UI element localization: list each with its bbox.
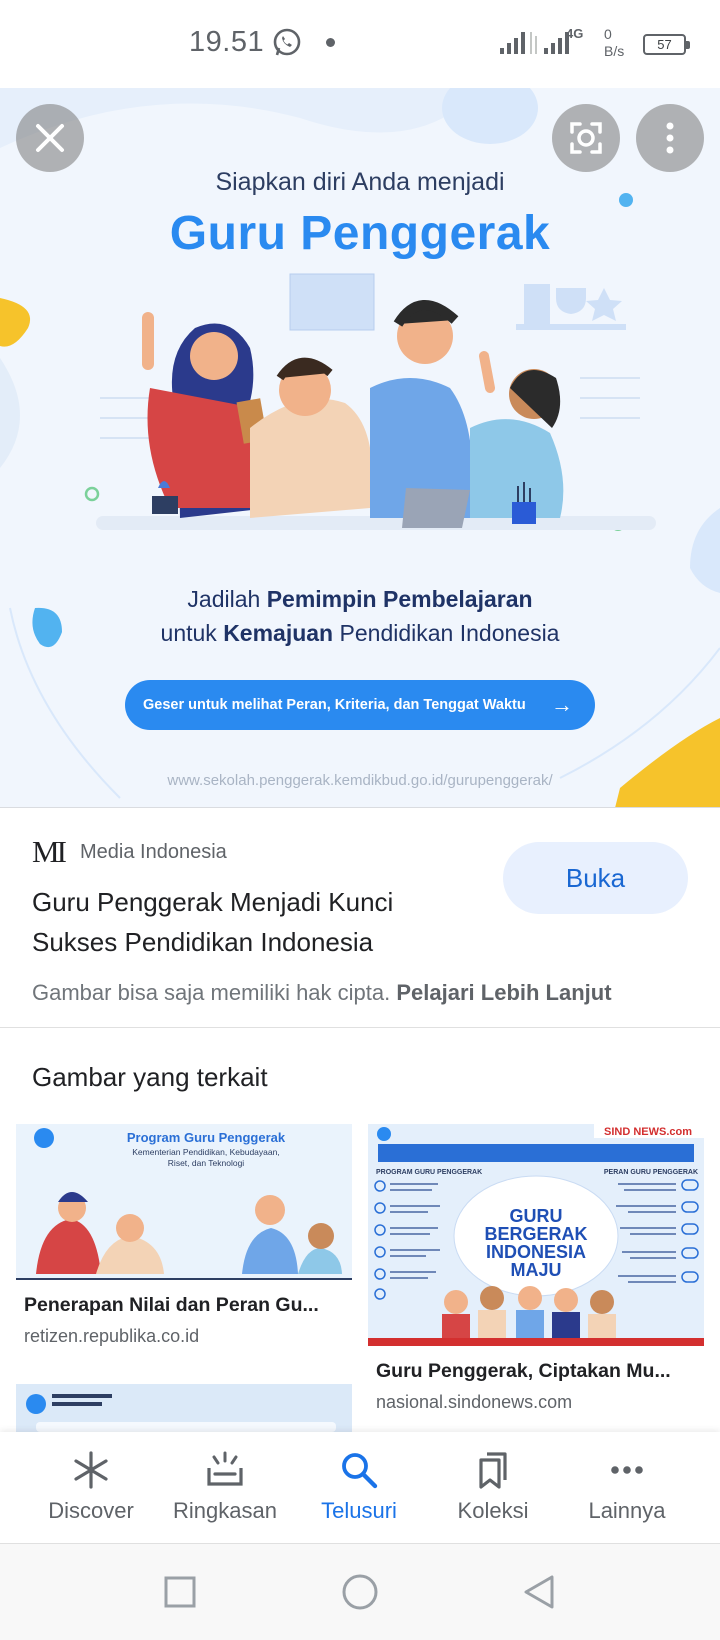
related-image-card[interactable]: Program Guru Penggerak Kementerian Pendi… xyxy=(16,1124,352,1354)
back-button[interactable] xyxy=(520,1572,560,1612)
hero-tagline-1: Jadilah Pemimpin Pembelajaran xyxy=(0,586,720,613)
thumb-line-3: INDONESIA xyxy=(486,1242,586,1262)
related-image-domain: nasional.sindonews.com xyxy=(376,1392,573,1412)
home-button[interactable] xyxy=(338,1570,382,1614)
system-navigation-bar xyxy=(0,1544,720,1640)
related-image-thumbnail: SIND NEWS.com PROGRAM GURU PENGGERAK PER… xyxy=(368,1124,704,1346)
thumbnail-illustration xyxy=(16,1384,352,1432)
open-button[interactable]: Buka xyxy=(503,842,688,914)
speed-value: 0 xyxy=(604,26,612,42)
hero-title: Guru Penggerak xyxy=(169,207,551,260)
thumb-line-1: GURU xyxy=(510,1206,563,1226)
tagline-text: Jadilah xyxy=(187,586,267,612)
nav-lainnya[interactable]: Lainnya xyxy=(560,1432,694,1544)
copyright-text: Gambar bisa saja memiliki hak cipta. xyxy=(32,980,391,1005)
more-vertical-icon xyxy=(666,122,674,154)
nav-label: Koleksi xyxy=(457,1498,529,1523)
hero-url: www.sekolah.penggerak.kemdikbud.go.id/gu… xyxy=(167,772,553,789)
lens-button[interactable] xyxy=(552,104,620,172)
related-image-card[interactable] xyxy=(16,1384,352,1432)
copyright-notice: Gambar bisa saja memiliki hak cipta. Pel… xyxy=(32,980,612,1006)
related-image-thumbnail: Program Guru Penggerak Kementerian Pendi… xyxy=(16,1124,352,1280)
thumb-right-heading: PERAN GURU PENGGERAK xyxy=(604,1169,698,1176)
learn-more-link[interactable]: Pelajari Lebih Lanjut xyxy=(396,980,611,1005)
lens-icon xyxy=(570,122,602,154)
tagline-text: untuk xyxy=(160,620,224,646)
related-image-caption: Penerapan Nilai dan Peran Gu... xyxy=(24,1294,319,1316)
signal-icon xyxy=(500,32,569,54)
status-time: 19.51 xyxy=(189,26,265,58)
more-horizontal-icon xyxy=(611,1466,643,1474)
nav-label: Discover xyxy=(48,1498,134,1523)
thumb-brand: SIND NEWS.com xyxy=(604,1126,692,1138)
whatsapp-icon xyxy=(273,28,301,56)
network-type: 4G xyxy=(566,26,584,41)
thumbnail-illustration: Program Guru Penggerak Kementerian Pendi… xyxy=(34,1128,342,1274)
nav-telusuri[interactable]: Telusuri xyxy=(292,1432,426,1544)
arrow-right-icon: → xyxy=(551,692,573,717)
source-logo: MI xyxy=(32,834,67,869)
page-title-line: Sukses Pendidikan Indonesia xyxy=(32,927,374,957)
thumbnail-illustration: SIND NEWS.com PROGRAM GURU PENGGERAK PER… xyxy=(368,1124,704,1346)
hero-cta-banner: Geser untuk melihat Peran, Kriteria, dan… xyxy=(125,680,595,730)
nav-discover[interactable]: Discover xyxy=(24,1432,158,1544)
related-image-card[interactable]: SIND NEWS.com PROGRAM GURU PENGGERAK PER… xyxy=(368,1124,704,1424)
thumb-left-heading: PROGRAM GURU PENGGERAK xyxy=(376,1169,482,1176)
thumb-subtitle-1: Kementerian Pendidikan, Kebudayaan, xyxy=(132,1147,279,1157)
data-speed: 0 B/s xyxy=(604,26,624,60)
divider xyxy=(0,1027,720,1028)
summary-icon xyxy=(207,1451,243,1486)
nav-label: Ringkasan xyxy=(173,1498,277,1523)
speed-unit: B/s xyxy=(604,43,625,59)
thumb-subtitle-2: Riset, dan Teknologi xyxy=(168,1158,245,1168)
nav-ringkasan[interactable]: Ringkasan xyxy=(158,1432,292,1544)
search-icon xyxy=(342,1453,378,1489)
close-icon xyxy=(36,124,64,152)
related-image-domain: retizen.republika.co.id xyxy=(24,1326,200,1346)
close-button[interactable] xyxy=(16,104,84,172)
hero-intro-text: Siapkan diri Anda menjadi xyxy=(215,168,505,196)
bookmarks-icon xyxy=(479,1452,507,1489)
nav-koleksi[interactable]: Koleksi xyxy=(426,1432,560,1544)
asterisk-icon xyxy=(74,1451,108,1489)
related-images-heading: Gambar yang terkait xyxy=(32,1062,268,1092)
nav-label: Telusuri xyxy=(321,1498,397,1523)
related-image-thumbnail xyxy=(16,1384,352,1432)
thumb-line-4: MAJU xyxy=(510,1260,561,1280)
hero-cta-label: Geser untuk melihat Peran, Kriteria, dan… xyxy=(143,697,526,713)
tagline-text: Pendidikan Indonesia xyxy=(333,620,560,646)
notification-dot xyxy=(326,38,335,47)
thumb-line-2: BERGERAK xyxy=(484,1224,587,1244)
bottom-navigation: Discover Ringkasan Telusuri Koleksi Lain… xyxy=(0,1432,720,1544)
thumb-title: Program Guru Penggerak xyxy=(127,1130,286,1145)
page-title-line: Guru Penggerak Menjadi Kunci xyxy=(32,887,394,917)
battery-icon: 57 xyxy=(643,34,690,55)
nav-label: Lainnya xyxy=(588,1498,666,1523)
hero-image[interactable]: Siapkan diri Anda menjadi Guru Penggerak… xyxy=(0,88,720,808)
source-name: Media Indonesia xyxy=(80,841,227,863)
tagline-emphasis: Pemimpin Pembelajaran xyxy=(266,586,533,612)
tagline-emphasis: Kemajuan xyxy=(223,620,334,646)
page-title[interactable]: Guru Penggerak Menjadi Kunci Sukses Pend… xyxy=(32,882,492,962)
hero-tagline-2: untuk Kemajuan Pendidikan Indonesia xyxy=(0,620,720,647)
status-bar: 19.51 4G 0 B/s 57 xyxy=(0,0,720,88)
more-options-button[interactable] xyxy=(636,104,704,172)
recents-button[interactable] xyxy=(160,1572,200,1612)
related-image-caption: Guru Penggerak, Ciptakan Mu... xyxy=(376,1360,671,1382)
